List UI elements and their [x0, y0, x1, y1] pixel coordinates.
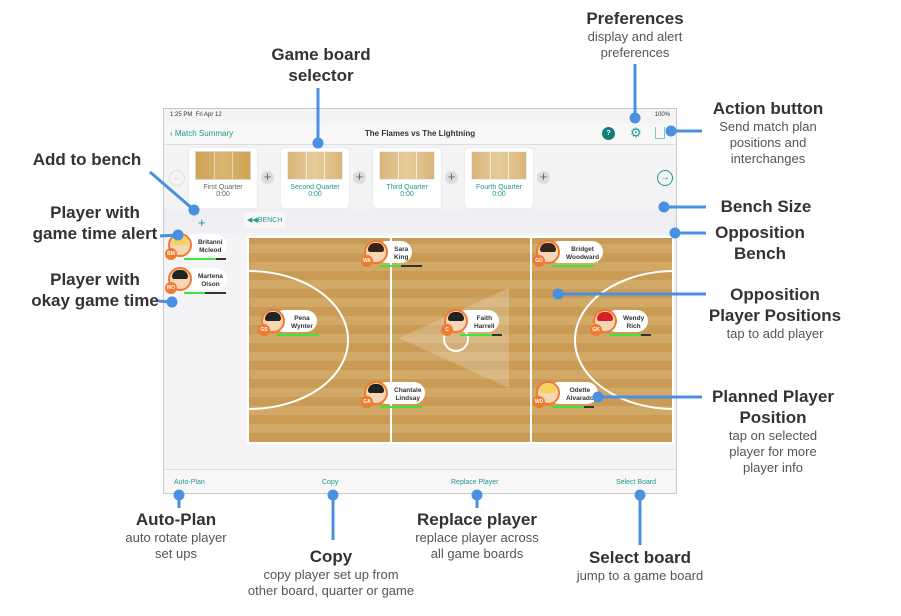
annotation-text: Send match plan [719, 119, 817, 134]
annotation-text: game time alert [32, 224, 158, 243]
annotation-text: Bench [734, 244, 786, 263]
annotation-text: preferences [600, 45, 670, 60]
annotation-text: copy player set up from [263, 567, 399, 582]
annotation-text: player info [743, 460, 803, 475]
annotation-planned-position: Planned Player Position tap on selected pla… [693, 386, 853, 476]
annotation-text: Position [739, 408, 807, 427]
annotation-text: Replace player [416, 510, 537, 529]
annotation-opp-positions: Opposition Player Positions tap to add pla… [690, 284, 860, 342]
annotation-bench-size: Bench Size [696, 196, 836, 217]
annotation-text: other board, quarter or game [247, 583, 415, 598]
annotation-text: Player with [50, 270, 140, 289]
annotation-text: selector [288, 66, 354, 85]
annotation-text: all game boards [430, 546, 524, 561]
annotation-board-selector: Game board selector [241, 44, 401, 86]
annotation-text: replace player across [415, 530, 539, 545]
annotation-add-bench: Add to bench [7, 149, 167, 170]
annotation-select-board: Select board jump to a game board [550, 547, 730, 584]
annotation-text: player for more [729, 444, 817, 459]
annotation-preferences: Preferences display and alert preferences [555, 8, 715, 61]
annotation-text: Action button [712, 99, 824, 118]
annotation-text: display and alert [587, 29, 683, 44]
annotation-text: jump to a game board [576, 568, 704, 583]
annotation-action-button: Action button Send match plan positions an… [690, 98, 846, 167]
annotation-text: okay game time [31, 291, 159, 310]
annotation-okay: Player with okay game time [15, 269, 175, 311]
annotation-opp-bench: Opposition Bench [690, 222, 830, 264]
annotation-text: Preferences [586, 9, 684, 28]
annotation-replace: Replace player replace player across all g… [387, 509, 567, 562]
annotation-text: positions and [729, 135, 807, 150]
annotation-text: auto rotate player [125, 530, 227, 545]
annotation-text: Add to bench [32, 150, 142, 169]
annotation-text: Player Positions [708, 306, 842, 325]
annotation-text: Bench Size [720, 197, 812, 216]
annotation-text: Game board [271, 45, 371, 64]
annotation-text: Planned Player [712, 387, 834, 406]
annotation-alert: Player with game time alert [15, 202, 175, 244]
annotation-text: tap on selected [728, 428, 818, 443]
annotation-text: Auto-Plan [135, 510, 217, 529]
annotation-text: Select board [588, 548, 692, 567]
annotation-text: interchanges [730, 151, 806, 166]
annotation-text: Opposition [730, 285, 820, 304]
annotation-text: tap to add player [726, 326, 824, 341]
annotation-text: Player with [50, 203, 140, 222]
annotation-text: Opposition [715, 223, 805, 242]
